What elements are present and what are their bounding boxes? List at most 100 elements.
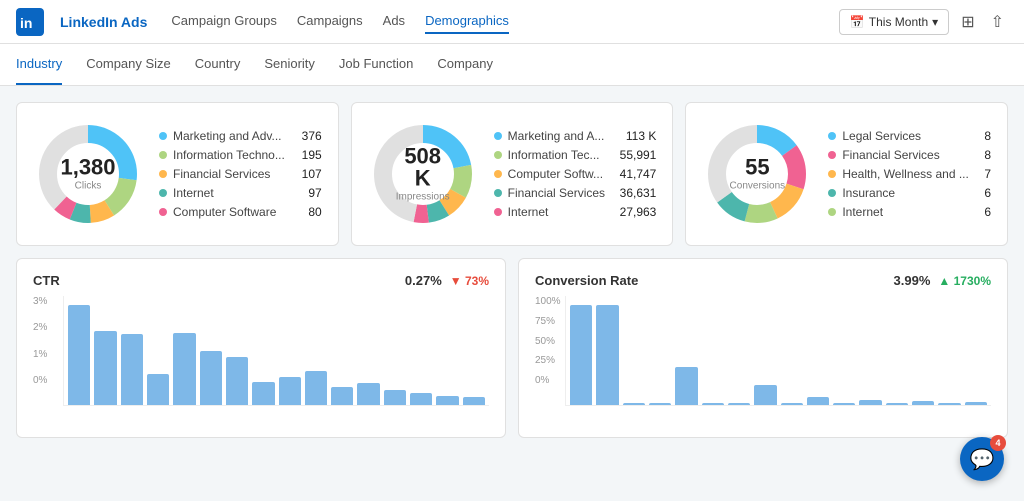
legend-item: Financial Services 8 (828, 148, 991, 162)
share-icon-button[interactable]: ⇧ (987, 8, 1008, 36)
bar (886, 403, 908, 405)
legend-item: Health, Wellness and ... 7 (828, 167, 991, 181)
legend-clicks: Marketing and Adv... 376 Information Tec… (159, 129, 322, 219)
legend-dot (159, 132, 167, 140)
legend-name: Financial Services (508, 186, 614, 200)
bar (965, 402, 987, 405)
subnav-company-size[interactable]: Company Size (86, 44, 171, 85)
top-nav: in LinkedIn Ads Campaign Groups Campaign… (0, 0, 1024, 44)
legend-value: 80 (308, 205, 321, 219)
bar (279, 377, 301, 405)
legend-value: 8 (984, 148, 991, 162)
chat-icon: 💬 (970, 447, 995, 472)
legend-item: Internet 6 (828, 205, 991, 219)
legend-dot (828, 132, 836, 140)
chart-title: Conversion Rate (535, 273, 638, 288)
donut-value-conversions: 55 (730, 157, 786, 179)
legend-dot (494, 151, 502, 159)
legend-name: Marketing and Adv... (173, 129, 296, 143)
legend-dot (828, 189, 836, 197)
legend-item: Legal Services 8 (828, 129, 991, 143)
legend-item: Information Tec... 55,991 (494, 148, 657, 162)
nav-campaign-groups[interactable]: Campaign Groups (171, 9, 277, 34)
subnav-seniority[interactable]: Seniority (264, 44, 315, 85)
chart-title: CTR (33, 273, 60, 288)
legend-item: Internet 97 (159, 186, 322, 200)
legend-dot (159, 151, 167, 159)
subnav-job-function[interactable]: Job Function (339, 44, 413, 85)
legend-value: 36,631 (620, 186, 657, 200)
donut-chart-impressions: 508 K Impressions (368, 119, 478, 229)
subnav-company[interactable]: Company (437, 44, 493, 85)
legend-dot (494, 208, 502, 216)
legend-dot (828, 170, 836, 178)
bar (147, 374, 169, 405)
stat-main: 3.99% (894, 273, 931, 288)
date-range-button[interactable]: 📅 This Month ▾ (839, 9, 949, 35)
sub-nav-links: Industry Company Size Country Seniority … (16, 44, 493, 85)
stat-main: 0.27% (405, 273, 442, 288)
y-label: 0% (33, 375, 47, 386)
legend-item: Computer Softw... 41,747 (494, 167, 657, 181)
columns-icon-button[interactable]: ⊞ (957, 8, 978, 36)
subnav-industry[interactable]: Industry (16, 44, 62, 85)
legend-name: Internet (842, 205, 978, 219)
legend-value: 376 (302, 129, 322, 143)
nav-ads[interactable]: Ads (383, 9, 405, 34)
bar (596, 305, 618, 405)
chart-stats: 3.99% ▲ 1730% (894, 273, 991, 288)
chat-badge: 4 (990, 435, 1006, 451)
legend-name: Internet (508, 205, 614, 219)
bar (938, 403, 960, 405)
bar (570, 305, 592, 405)
y-axis: 3% 2% 1% 0% (33, 296, 47, 386)
bar (675, 367, 697, 405)
linkedin-logo: in (16, 8, 44, 36)
y-label: 50% (535, 336, 561, 347)
legend-dot (159, 170, 167, 178)
y-axis: 100%75%50%25%0% (535, 296, 561, 386)
bar (754, 385, 776, 405)
donut-sublabel-conversions: Conversions (730, 181, 786, 192)
donut-card-impressions: 508 K Impressions Marketing and A... 113… (351, 102, 674, 246)
y-label: 25% (535, 355, 561, 366)
bars-container (565, 296, 991, 406)
legend-dot (828, 208, 836, 216)
bar (200, 351, 222, 405)
donut-chart-clicks: 1,380 Clicks (33, 119, 143, 229)
chart-header: Conversion Rate 3.99% ▲ 1730% (535, 273, 991, 288)
bar (781, 403, 803, 405)
nav-campaigns[interactable]: Campaigns (297, 9, 363, 34)
bar (94, 331, 116, 405)
main-content: 1,380 Clicks Marketing and Adv... 376 In… (0, 86, 1024, 454)
donut-value-impressions: 508 K (395, 146, 450, 190)
svg-text:in: in (20, 15, 32, 31)
y-label: 3% (33, 296, 47, 307)
donut-card-conversions: 55 Conversions Legal Services 8 Financia… (685, 102, 1008, 246)
nav-demographics[interactable]: Demographics (425, 9, 509, 34)
subnav-country[interactable]: Country (195, 44, 241, 85)
legend-value: 195 (302, 148, 322, 162)
y-label: 1% (33, 349, 47, 360)
stat-change: ▼ 73% (450, 274, 489, 288)
legend-value: 107 (302, 167, 322, 181)
bar (305, 371, 327, 405)
legend-value: 41,747 (620, 167, 657, 181)
legend-value: 27,963 (620, 205, 657, 219)
bar (463, 397, 485, 405)
donut-value-clicks: 1,380 (60, 157, 115, 179)
legend-dot (159, 208, 167, 216)
chat-bubble-button[interactable]: 💬 4 (960, 437, 1004, 481)
donut-sublabel-impressions: Impressions (395, 192, 450, 203)
legend-name: Health, Wellness and ... (842, 167, 978, 181)
bar (357, 383, 379, 405)
bar (226, 357, 248, 405)
chart-area: 100%75%50%25%0% (535, 296, 991, 406)
legend-item: Financial Services 36,631 (494, 186, 657, 200)
bar (859, 400, 881, 405)
y-label: 2% (33, 322, 47, 333)
bar (702, 403, 724, 405)
legend-name: Computer Software (173, 205, 302, 219)
bar (384, 390, 406, 405)
chevron-down-icon: ▾ (932, 15, 938, 29)
